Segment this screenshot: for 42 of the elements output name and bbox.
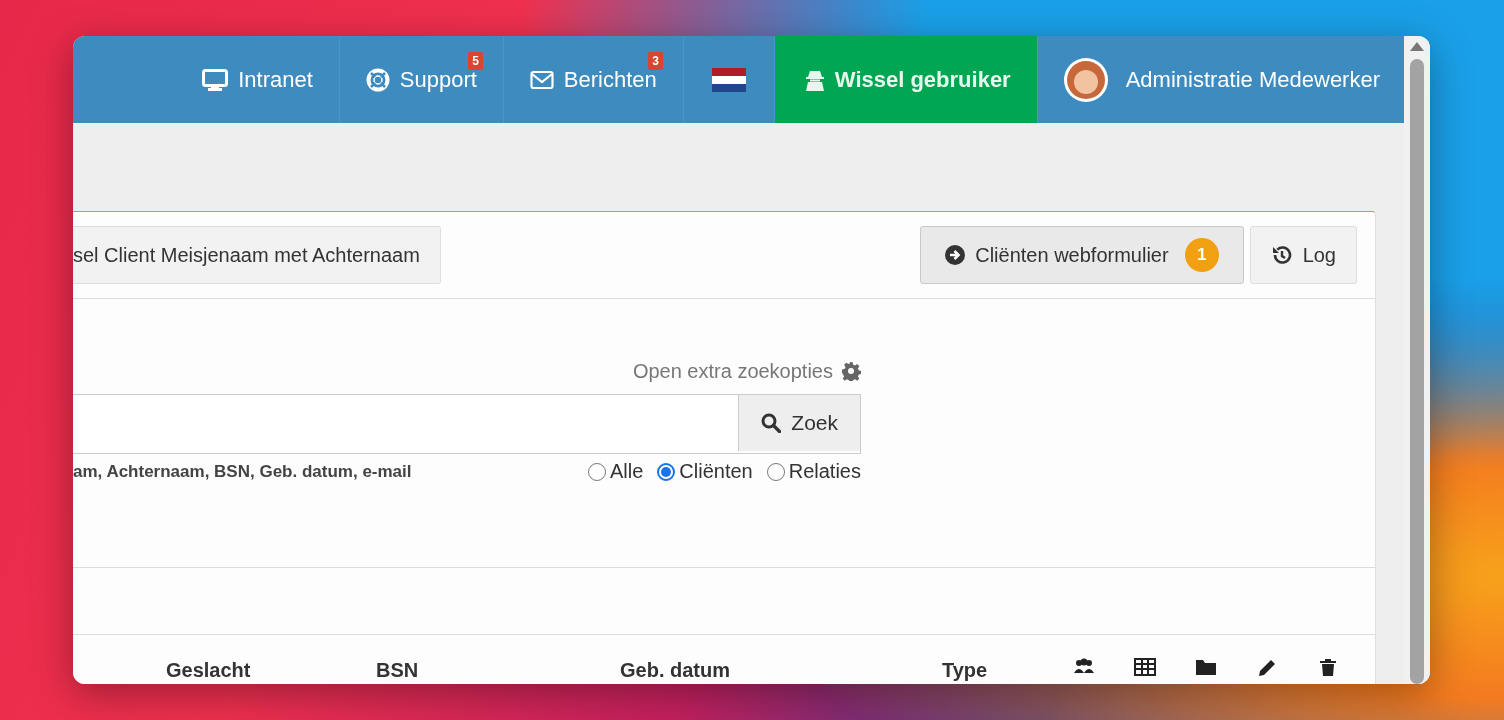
count-badge: 1 — [1184, 238, 1219, 272]
radio-button[interactable] — [657, 462, 676, 481]
count-badge: 3 — [648, 52, 663, 70]
swap-name-button[interactable]: sel Client Meisjenaam met Achternaam — [73, 226, 441, 284]
scroll-up-icon[interactable] — [1410, 42, 1424, 51]
settings-icon[interactable] — [841, 361, 861, 381]
scrollbar-thumb[interactable] — [1410, 59, 1424, 684]
envelope-icon — [529, 69, 554, 90]
column-header[interactable]: Geb. datum — [620, 659, 730, 682]
pencil-icon[interactable] — [1256, 657, 1278, 677]
nav-link[interactable]: Intranet — [176, 36, 339, 123]
lifebuoy-icon — [365, 67, 390, 92]
monitor-icon — [202, 68, 229, 91]
count-badge: 5 — [468, 52, 483, 70]
history-icon — [1270, 244, 1293, 266]
filter-radio[interactable]: Alle — [588, 460, 644, 483]
table-icon[interactable] — [1134, 657, 1156, 677]
nav-link[interactable]: Support 5 — [338, 36, 503, 123]
radio-button[interactable] — [588, 462, 606, 481]
folder-icon[interactable] — [1195, 657, 1217, 677]
search-field[interactable]: Zoek — [73, 394, 861, 454]
search-icon — [761, 413, 782, 433]
trash-icon[interactable] — [1317, 657, 1339, 677]
filter-radio[interactable]: Relaties — [766, 460, 861, 483]
radio-label: Alle — [610, 460, 644, 483]
radio-button[interactable] — [766, 462, 785, 481]
search-hint: am, Achternaam, BSN, Geb. datum, e-mail — [73, 461, 412, 482]
extra-search-options-link[interactable]: Open extra zoekopties — [632, 359, 833, 383]
nav-link[interactable]: Berichten 3 — [502, 36, 683, 123]
scrollbar[interactable] — [1404, 36, 1430, 684]
column-header[interactable]: Geslacht — [166, 659, 251, 682]
column-header[interactable]: BSN — [376, 659, 419, 682]
avatar-icon — [1063, 57, 1108, 102]
arrow-circle-icon — [945, 245, 966, 265]
search-button[interactable]: Zoek — [738, 395, 860, 451]
log-button[interactable]: Log — [1249, 226, 1357, 284]
radio-label: Cliënten — [679, 460, 753, 483]
user-menu[interactable]: Administratie Medewerker — [1036, 36, 1380, 123]
radio-label: Relaties — [788, 460, 861, 483]
column-header[interactable]: Type — [942, 659, 988, 682]
filter-radio[interactable]: Cliënten — [657, 460, 753, 483]
webform-button[interactable]: Cliënten webformulier 1 — [920, 226, 1244, 284]
